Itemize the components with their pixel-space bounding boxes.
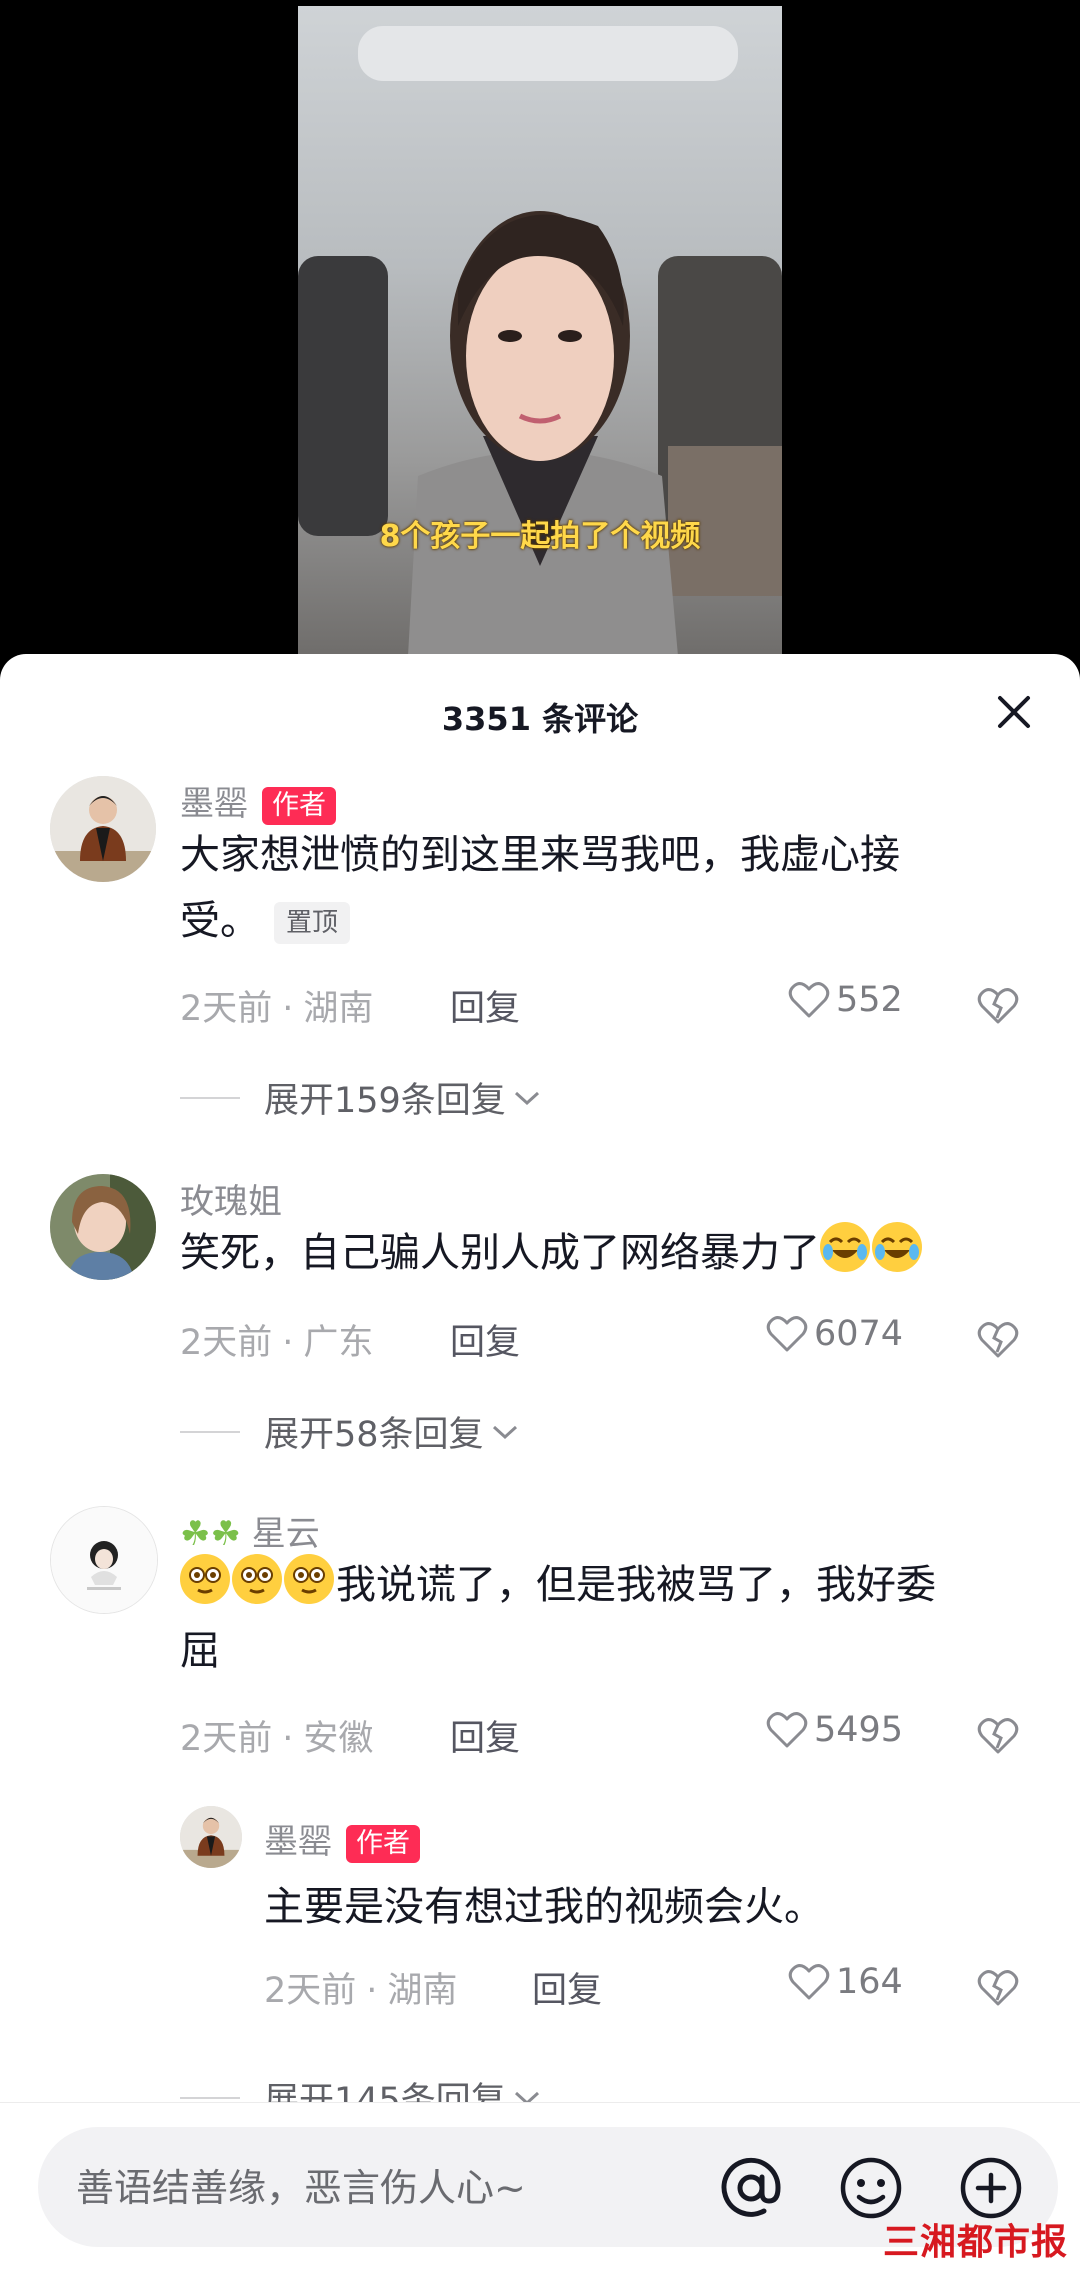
comment-username[interactable]: 墨罂 作者: [264, 1814, 420, 1863]
comment-location: 湖南: [387, 1971, 458, 2011]
avatar[interactable]: [50, 1506, 158, 1614]
heart-icon: [766, 1712, 808, 1748]
comment-location: 安徽: [303, 1719, 374, 1759]
divider-line: [180, 2096, 240, 2099]
video-frame[interactable]: 8个孩子一起拍了个视频: [298, 6, 782, 656]
like-button[interactable]: 5495: [766, 1710, 903, 1750]
comment-input[interactable]: [74, 2127, 718, 2249]
heart-icon: [788, 1964, 830, 2000]
comment-meta: 2天前 · 安徽: [180, 1719, 374, 1759]
expand-replies-label: 展开58条回复: [264, 1415, 484, 1455]
reply-button[interactable]: 回复: [450, 980, 520, 1031]
emoji-icon: [840, 2157, 902, 2219]
flushed-emoji-icon: [232, 1554, 282, 1604]
comment-location: 广东: [303, 1323, 374, 1363]
video-scene-image: [298, 26, 782, 656]
broken-heart-icon: [977, 1718, 1019, 1754]
chevron-down-icon: [514, 1091, 539, 1105]
comment-text: 我说谎了，但是我被骂了，我好委 屈: [180, 1552, 936, 1684]
like-button[interactable]: 164: [788, 1962, 903, 2002]
add-button[interactable]: [958, 2155, 1024, 2221]
comment-time: 2天前: [180, 1719, 273, 1759]
emoji-button[interactable]: [838, 2155, 904, 2221]
username-text[interactable]: 星云: [252, 1514, 320, 1554]
comment-text: 主要是没有想过我的视频会火。: [264, 1884, 824, 1930]
comment-meta: 2天前 · 湖南: [180, 989, 374, 1029]
comment-text-line: 我说谎了，但是我被骂了，我好委: [180, 1552, 936, 1618]
like-count: 5495: [814, 1710, 904, 1750]
author-badge: 作者: [346, 1824, 420, 1863]
plus-icon: [960, 2157, 1022, 2219]
reply-button[interactable]: 回复: [450, 1314, 520, 1365]
dislike-button[interactable]: [976, 1318, 1020, 1362]
reply-button[interactable]: 回复: [450, 1710, 520, 1761]
video-player[interactable]: 8个孩子一起拍了个视频: [0, 0, 1080, 670]
clover-icon: ☘☘: [180, 1514, 241, 1554]
comment-username[interactable]: 墨罂 作者: [180, 776, 336, 825]
rofl-emoji-icon: [872, 1222, 922, 1272]
heart-icon: [766, 1316, 808, 1352]
comment-time: 2天前: [264, 1971, 357, 2011]
avatar[interactable]: [50, 776, 156, 882]
comment-text: 大家想泄愤的到这里来骂我吧，我虚心接 受。 置顶: [180, 822, 900, 954]
mention-button[interactable]: [718, 2155, 784, 2221]
broken-heart-icon: [977, 1970, 1019, 2006]
username-text[interactable]: 墨罂: [180, 784, 248, 824]
username-text[interactable]: 墨罂: [264, 1822, 332, 1862]
comment-meta: 2天前 · 广东: [180, 1323, 374, 1363]
comment-text: 笑死，自己骗人别人成了网络暴力了: [180, 1220, 924, 1286]
avatar[interactable]: [50, 1174, 156, 1280]
heart-icon: [788, 982, 830, 1018]
like-button[interactable]: 552: [788, 980, 903, 1020]
expand-replies-label: 展开159条回复: [264, 1081, 506, 1121]
comment-count: 3351 条评论: [441, 700, 639, 738]
close-button[interactable]: [990, 688, 1038, 736]
dislike-button[interactable]: [976, 1714, 1020, 1758]
comment-text-line: 屈: [180, 1628, 220, 1674]
expand-replies-button[interactable]: 展开159条回复: [180, 1072, 542, 1123]
dislike-button[interactable]: [976, 984, 1020, 1028]
avatar[interactable]: [180, 1806, 242, 1868]
chevron-down-icon: [492, 1425, 517, 1439]
comment-meta: 2天前 · 湖南: [264, 1971, 458, 2011]
comment-username[interactable]: ☘☘ 星云: [180, 1506, 320, 1555]
flushed-emoji-icon: [284, 1554, 334, 1604]
watermark-logo: 三湘都市报: [882, 2222, 1068, 2263]
flushed-emoji-icon: [180, 1554, 230, 1604]
comment-username[interactable]: 玫瑰姐: [180, 1174, 282, 1223]
comment-text-line: 大家想泄愤的到这里来骂我吧，我虚心接: [180, 832, 900, 878]
expand-replies-button[interactable]: 展开58条回复: [180, 1406, 520, 1457]
like-count: 164: [836, 1962, 903, 2002]
like-count: 6074: [814, 1314, 904, 1354]
divider-line: [180, 1430, 240, 1433]
at-icon: [721, 2157, 781, 2217]
pinned-badge: 置顶: [274, 902, 351, 944]
divider-line: [180, 1096, 240, 1099]
comment-input-bar: 三湘都市报: [0, 2102, 1080, 2271]
comment-time: 2天前: [180, 1323, 273, 1363]
author-badge: 作者: [262, 786, 336, 825]
comment-time: 2天前: [180, 989, 273, 1029]
like-count: 552: [836, 980, 903, 1020]
reply-button[interactable]: 回复: [532, 1962, 602, 2013]
comment-text-line: 受。 置顶: [180, 888, 900, 954]
dislike-button[interactable]: [976, 1966, 1020, 2010]
like-button[interactable]: 6074: [766, 1314, 903, 1354]
broken-heart-icon: [977, 988, 1019, 1024]
broken-heart-icon: [977, 1322, 1019, 1358]
rofl-emoji-icon: [820, 1222, 870, 1272]
comment-location: 湖南: [303, 989, 374, 1029]
video-subtitle: 8个孩子一起拍了个视频: [379, 519, 701, 554]
comments-header: 3351 条评论: [0, 654, 1080, 776]
close-icon: [998, 696, 1030, 728]
comments-panel: 3351 条评论 墨罂作者 大家想泄愤的到这里来骂我吧，我虚心接 受。置顶: [0, 654, 1080, 2270]
